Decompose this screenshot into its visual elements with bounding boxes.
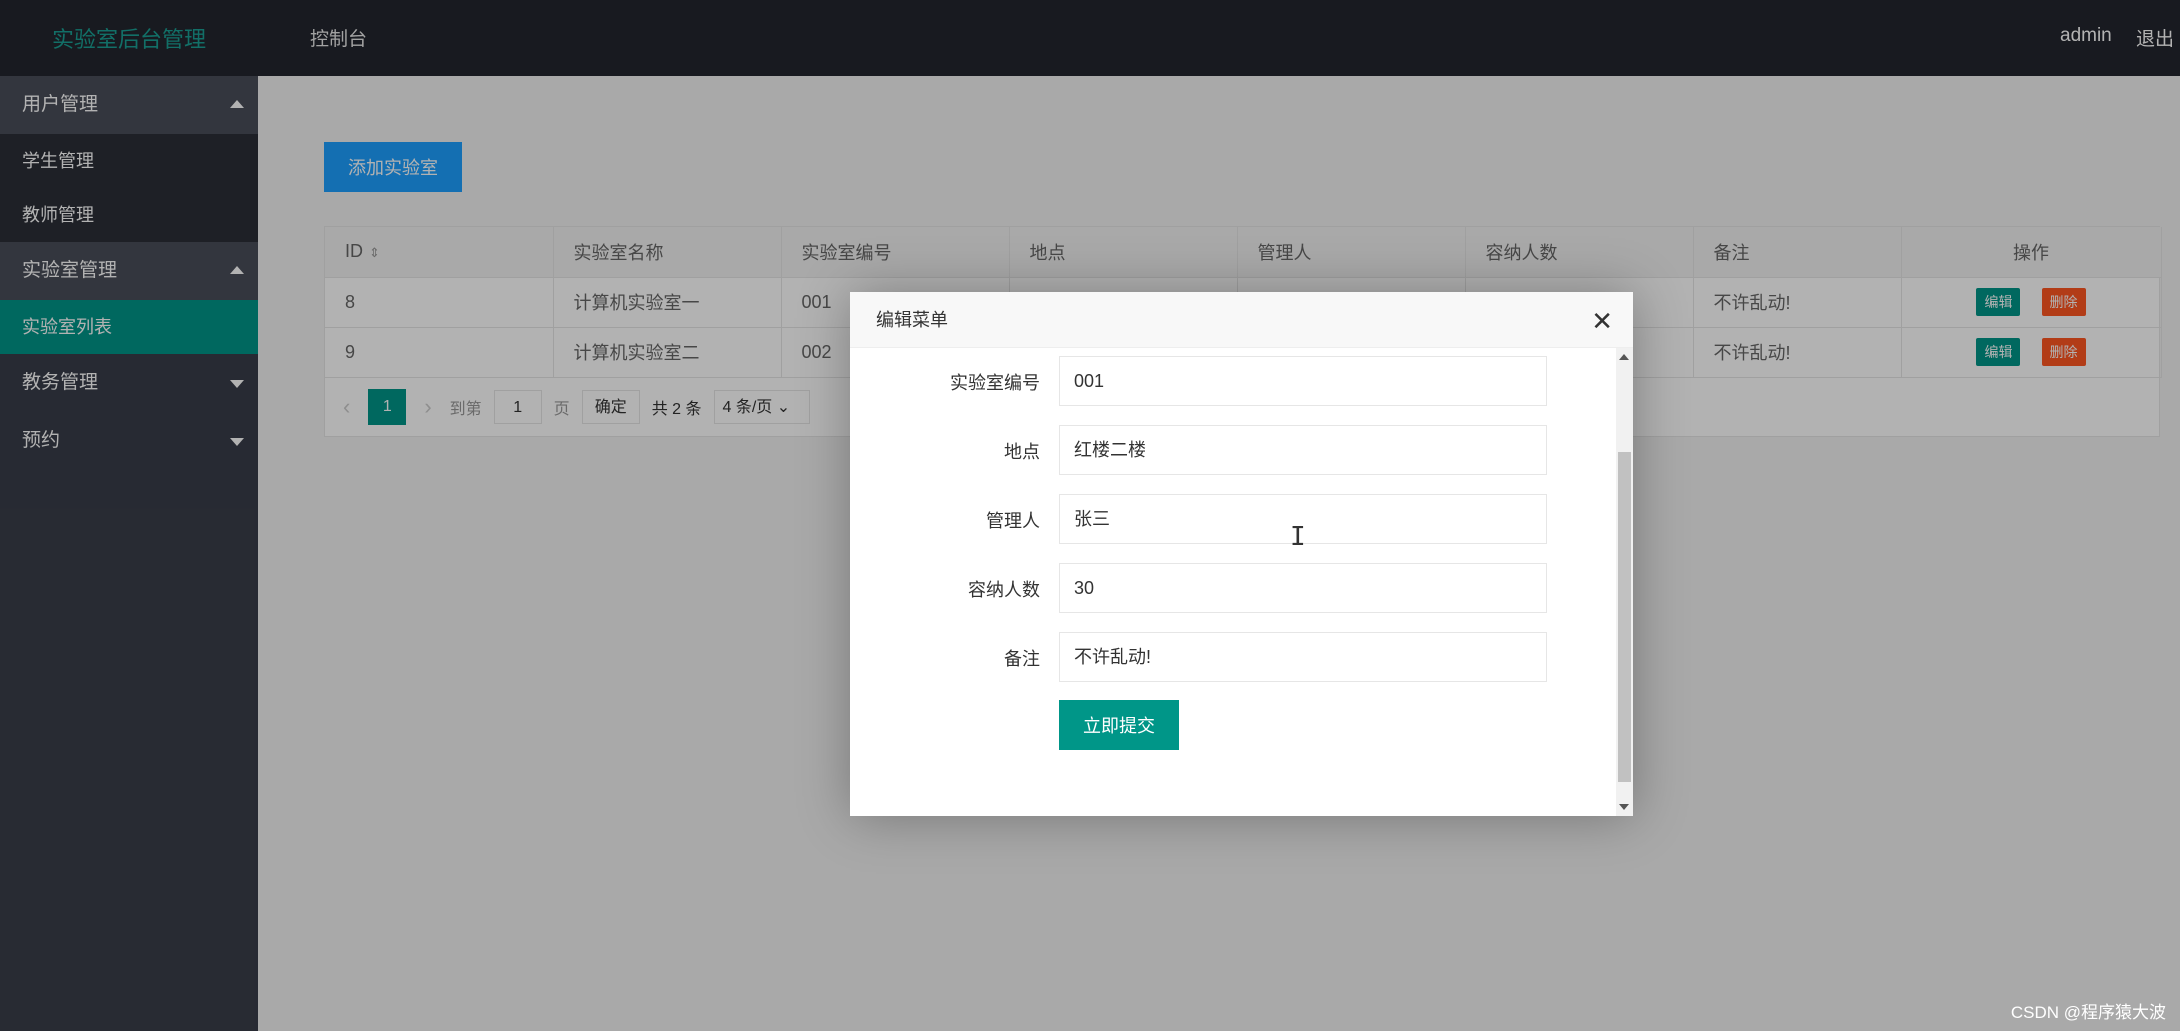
scroll-down-icon[interactable] <box>1619 804 1629 810</box>
form-row-remark: 备注 不许乱动! <box>850 632 1610 684</box>
text-cursor-icon: I <box>1290 522 1306 552</box>
remark-input[interactable]: 不许乱动! <box>1059 632 1547 682</box>
submit-button[interactable]: 立即提交 <box>1059 700 1179 750</box>
field-label: 地点 <box>1004 442 1040 462</box>
modal-scrollbar[interactable] <box>1616 348 1633 816</box>
location-input[interactable]: 红楼二楼 <box>1059 425 1547 475</box>
close-icon[interactable]: ✕ <box>1591 306 1613 337</box>
scroll-thumb[interactable] <box>1618 452 1631 782</box>
lab-code-input[interactable]: 001 <box>1059 356 1547 406</box>
field-label: 容纳人数 <box>968 580 1040 600</box>
field-label: 备注 <box>1004 649 1040 669</box>
scroll-up-icon[interactable] <box>1619 354 1629 360</box>
modal-title: 编辑菜单 <box>850 292 1633 348</box>
form-row-manager: 管理人 张三 <box>850 494 1610 546</box>
form-row-capacity: 容纳人数 30 <box>850 563 1610 615</box>
field-label: 实验室编号 <box>950 373 1040 393</box>
capacity-input[interactable]: 30 <box>1059 563 1547 613</box>
field-label: 管理人 <box>986 511 1040 531</box>
edit-modal: 编辑菜单 ✕ 实验室编号 001 地点 红楼二楼 管理人 张三 容纳人数 30 … <box>850 292 1633 816</box>
form-row-location: 地点 红楼二楼 <box>850 425 1610 477</box>
form-row-code: 实验室编号 001 <box>850 356 1610 408</box>
watermark: CSDN @程序猿大波 <box>2010 1003 2166 1022</box>
